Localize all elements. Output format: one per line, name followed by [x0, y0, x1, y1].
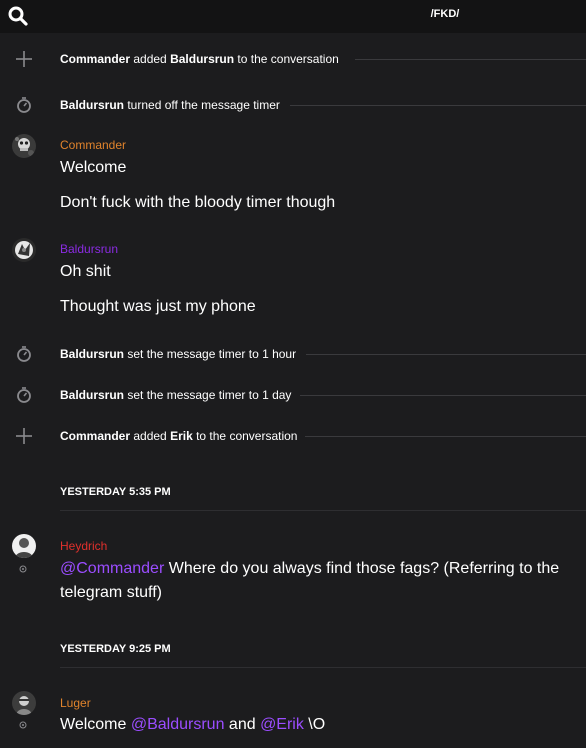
- event-actor[interactable]: Baldursrun: [60, 388, 124, 402]
- system-event: Baldursrun set the message timer to 1 ho…: [0, 343, 586, 365]
- message-text: Don't fuck with the bloody timer though: [60, 194, 336, 211]
- read-status-icon: [19, 721, 27, 729]
- top-bar: /FKD/: [0, 0, 586, 33]
- message-author[interactable]: Commander: [60, 138, 126, 152]
- avatar-image: [12, 691, 36, 715]
- mention-link[interactable]: @Baldursrun: [131, 716, 225, 733]
- message-text: Oh shit: [60, 263, 111, 280]
- event-target[interactable]: Erik: [170, 429, 193, 443]
- read-status-icon: [19, 565, 27, 573]
- message-text: @Commander Where do you always find thos…: [60, 560, 560, 601]
- system-event: Baldursrun turned off the message timer: [0, 94, 586, 116]
- divider: [300, 395, 586, 396]
- date-divider-label: YESTERDAY 9:25 PM: [60, 643, 171, 655]
- avatar-heydrich[interactable]: [12, 534, 36, 558]
- date-divider: [60, 667, 586, 668]
- timer-icon: [17, 346, 31, 362]
- system-event: Commander added Erik to the conversation: [0, 425, 586, 447]
- event-actor[interactable]: Baldursrun: [60, 98, 124, 112]
- event-actor[interactable]: Baldursrun: [60, 347, 124, 361]
- plus-icon: [16, 51, 32, 67]
- event-actor[interactable]: Commander: [60, 429, 130, 443]
- message-author[interactable]: Luger: [60, 696, 91, 710]
- message-text: Thought was just my phone: [60, 298, 256, 315]
- system-event: Baldursrun set the message timer to 1 da…: [0, 384, 586, 406]
- message-author[interactable]: Baldursrun: [60, 242, 118, 256]
- date-divider: [60, 510, 586, 511]
- search-icon[interactable]: [7, 5, 29, 27]
- avatar-luger[interactable]: [12, 691, 36, 715]
- divider: [306, 354, 586, 355]
- event-text: Baldursrun set the message timer to 1 ho…: [60, 347, 297, 361]
- divider: [305, 436, 586, 437]
- event-actor[interactable]: Commander: [60, 52, 130, 66]
- event-text: Baldursrun set the message timer to 1 da…: [60, 388, 292, 402]
- mention-link[interactable]: @Commander: [60, 560, 164, 577]
- avatar-image: [12, 534, 36, 558]
- avatar-image: [12, 238, 36, 262]
- date-divider-label: YESTERDAY 5:35 PM: [60, 486, 171, 498]
- mention-link[interactable]: @Erik: [260, 716, 304, 733]
- event-target[interactable]: Baldursrun: [170, 52, 234, 66]
- avatar-image: [12, 134, 36, 158]
- event-text: Commander added Erik to the conversation: [60, 429, 298, 443]
- avatar-baldursrun[interactable]: [12, 238, 36, 262]
- divider: [355, 59, 586, 60]
- message-author[interactable]: Heydrich: [60, 539, 107, 553]
- avatar-commander[interactable]: [12, 134, 36, 158]
- conversation-title: /FKD/: [430, 8, 460, 20]
- timer-icon: [17, 387, 31, 403]
- system-event: Commander added Baldursrun to the conver…: [0, 48, 586, 70]
- event-text: Commander added Baldursrun to the conver…: [60, 52, 339, 66]
- divider: [290, 105, 586, 106]
- message-text: Welcome: [60, 159, 127, 176]
- timer-icon: [17, 97, 31, 113]
- message-text: Welcome @Baldursrun and @Erik \O: [60, 716, 326, 733]
- plus-icon: [16, 428, 32, 444]
- event-text: Baldursrun turned off the message timer: [60, 98, 280, 112]
